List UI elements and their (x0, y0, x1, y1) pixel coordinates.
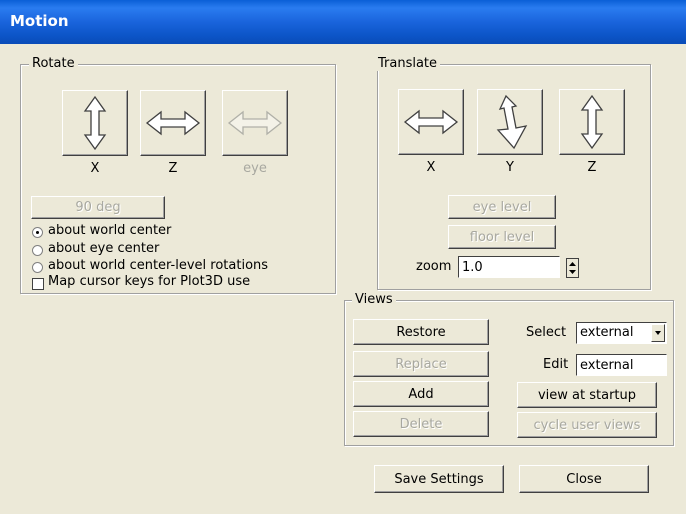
option-about-eye-center-label: about eye center (48, 241, 160, 256)
select-label: Select (526, 325, 567, 340)
rotate-z-button[interactable] (140, 90, 206, 156)
views-group: Views Restore Replace Add Delete Select … (344, 292, 674, 446)
rotate-x-label: X (90, 161, 100, 176)
rotate-x-button[interactable] (62, 90, 128, 156)
translate-z-label: Z (587, 160, 597, 175)
translate-x-label: X (426, 160, 436, 175)
zoom-spinner[interactable] (566, 258, 579, 278)
translate-z-button[interactable] (559, 89, 625, 155)
zoom-input[interactable] (458, 256, 560, 278)
map-cursor-keys-checkbox[interactable] (32, 278, 44, 290)
zoom-label: zoom (416, 259, 452, 274)
vertical-double-arrow-icon (580, 94, 604, 150)
spinner-arrows-icon (569, 262, 576, 274)
horizontal-double-arrow-icon (403, 109, 459, 135)
option-about-world-center-level-label: about world center-level rotations (48, 258, 269, 273)
rotate-eye-button (222, 90, 288, 156)
dropdown-arrow-button[interactable] (651, 324, 665, 342)
title-bar[interactable]: Motion (0, 0, 686, 44)
floor-level-button: floor level (448, 225, 556, 249)
save-settings-button[interactable]: Save Settings (374, 465, 504, 493)
radio-about-eye-center[interactable] (32, 245, 43, 256)
map-cursor-keys-label: Map cursor keys for Plot3D use (48, 274, 251, 289)
rotate-eye-label: eye (243, 161, 267, 176)
views-legend: Views (352, 292, 396, 307)
close-button[interactable]: Close (519, 465, 649, 493)
rotate-90-deg-button: 90 deg (31, 196, 165, 219)
rotate-legend: Rotate (29, 56, 78, 71)
horizontal-double-arrow-icon (227, 110, 283, 136)
delete-button: Delete (353, 411, 489, 437)
add-button[interactable]: Add (353, 381, 489, 407)
horizontal-double-arrow-icon (145, 110, 201, 136)
translate-group: Translate X Y Z eye level floor level zo… (375, 56, 651, 290)
translate-x-button[interactable] (398, 89, 464, 155)
window-title: Motion (10, 12, 69, 30)
rotate-group: Rotate X Z eye 90 deg about world center… (20, 56, 336, 294)
rotate-z-label: Z (168, 161, 178, 176)
view-select-dropdown[interactable]: external (576, 322, 667, 344)
radio-about-world-center[interactable] (32, 227, 43, 238)
view-at-startup-button[interactable]: view at startup (517, 382, 657, 408)
radio-about-world-center-level[interactable] (32, 262, 43, 273)
translate-legend: Translate (375, 56, 441, 71)
option-about-world-center-label: about world center (48, 223, 172, 238)
vertical-double-arrow-icon (83, 95, 107, 151)
eye-level-button: eye level (448, 195, 556, 219)
dialog-client: Rotate X Z eye 90 deg about world center… (4, 44, 682, 510)
restore-button[interactable]: Restore (353, 319, 489, 345)
translate-y-button[interactable] (477, 89, 543, 155)
view-edit-input[interactable] (576, 354, 667, 376)
view-select-value: external (580, 325, 634, 340)
motion-window: Motion Rotate X Z eye 90 deg about world… (0, 0, 686, 514)
cycle-user-views-button: cycle user views (517, 412, 657, 438)
replace-button: Replace (353, 351, 489, 377)
diagonal-double-arrow-icon (496, 94, 528, 150)
chevron-down-icon (655, 331, 661, 335)
translate-y-label: Y (506, 160, 514, 175)
edit-label: Edit (543, 357, 569, 372)
